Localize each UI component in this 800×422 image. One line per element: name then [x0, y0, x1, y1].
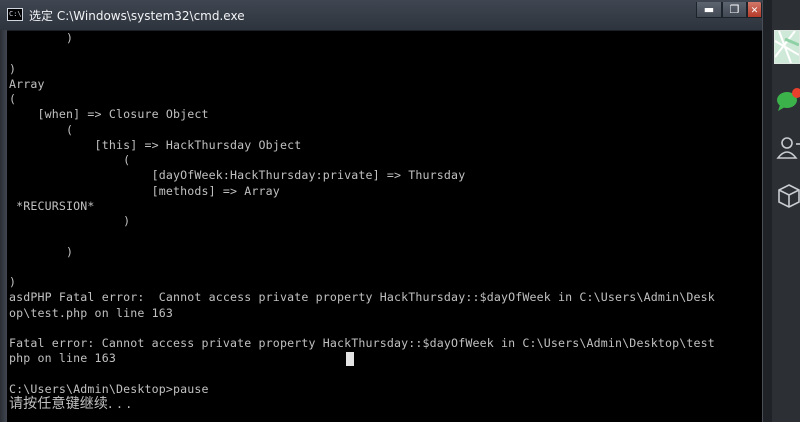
console-line: ( — [9, 153, 131, 167]
console-line: *RECURSION* — [9, 198, 95, 213]
notification-badge — [792, 88, 800, 98]
console-line: ) — [9, 31, 74, 45]
close-icon: ✕ — [750, 6, 759, 16]
console-line: [when] => Closure Object — [9, 107, 209, 122]
close-button[interactable]: ✕ — [747, 2, 762, 18]
console-line: ( — [9, 92, 17, 106]
package-svg — [778, 184, 800, 208]
package-icon[interactable] — [776, 182, 800, 210]
console-line: [this] => HackThursday Object — [9, 137, 302, 152]
console-line: asdPHP Fatal error: Cannot access privat… — [9, 290, 715, 305]
console-line: op\test.php on line 163 — [9, 305, 173, 320]
map-svg — [774, 30, 800, 64]
map-icon[interactable] — [774, 30, 800, 64]
title-bar[interactable]: C:\ 选定 C:\Windows\system32\cmd.exe ▬ ❐ ✕ — [0, 0, 762, 31]
console-line: ) — [9, 244, 74, 259]
contacts-icon[interactable] — [776, 134, 800, 162]
console-line: 请按任意键继续. . . — [9, 396, 132, 412]
console-line: [methods] => Array — [9, 183, 280, 198]
console-line: ) — [9, 275, 17, 289]
contacts-svg — [776, 137, 800, 159]
window-left-border — [0, 30, 7, 422]
cmd-app-icon[interactable]: C:\ — [7, 8, 23, 21]
console-line: ( — [9, 122, 74, 137]
window-title: 选定 C:\Windows\system32\cmd.exe — [29, 9, 245, 23]
maximize-button[interactable]: ❐ — [722, 2, 747, 18]
minimize-button[interactable]: ▬ — [696, 2, 722, 18]
console-line: C:\Users\Admin\Desktop>pause — [9, 381, 209, 396]
console-lines: ) ) Array ( [when] => Closure Object ( [… — [9, 31, 715, 412]
console-line: [dayOfWeek:HackThursday:private] => Thur… — [9, 168, 466, 183]
console-line: php on line 163 — [9, 351, 116, 366]
console-line: ) — [9, 214, 131, 228]
console-output[interactable]: ) ) Array ( [when] => Closure Object ( [… — [7, 31, 762, 422]
text-cursor — [346, 352, 354, 366]
console-line: ) — [9, 61, 17, 76]
console-line: Fatal error: Cannot access private prope… — [9, 336, 715, 350]
console-line: Array — [9, 76, 45, 91]
